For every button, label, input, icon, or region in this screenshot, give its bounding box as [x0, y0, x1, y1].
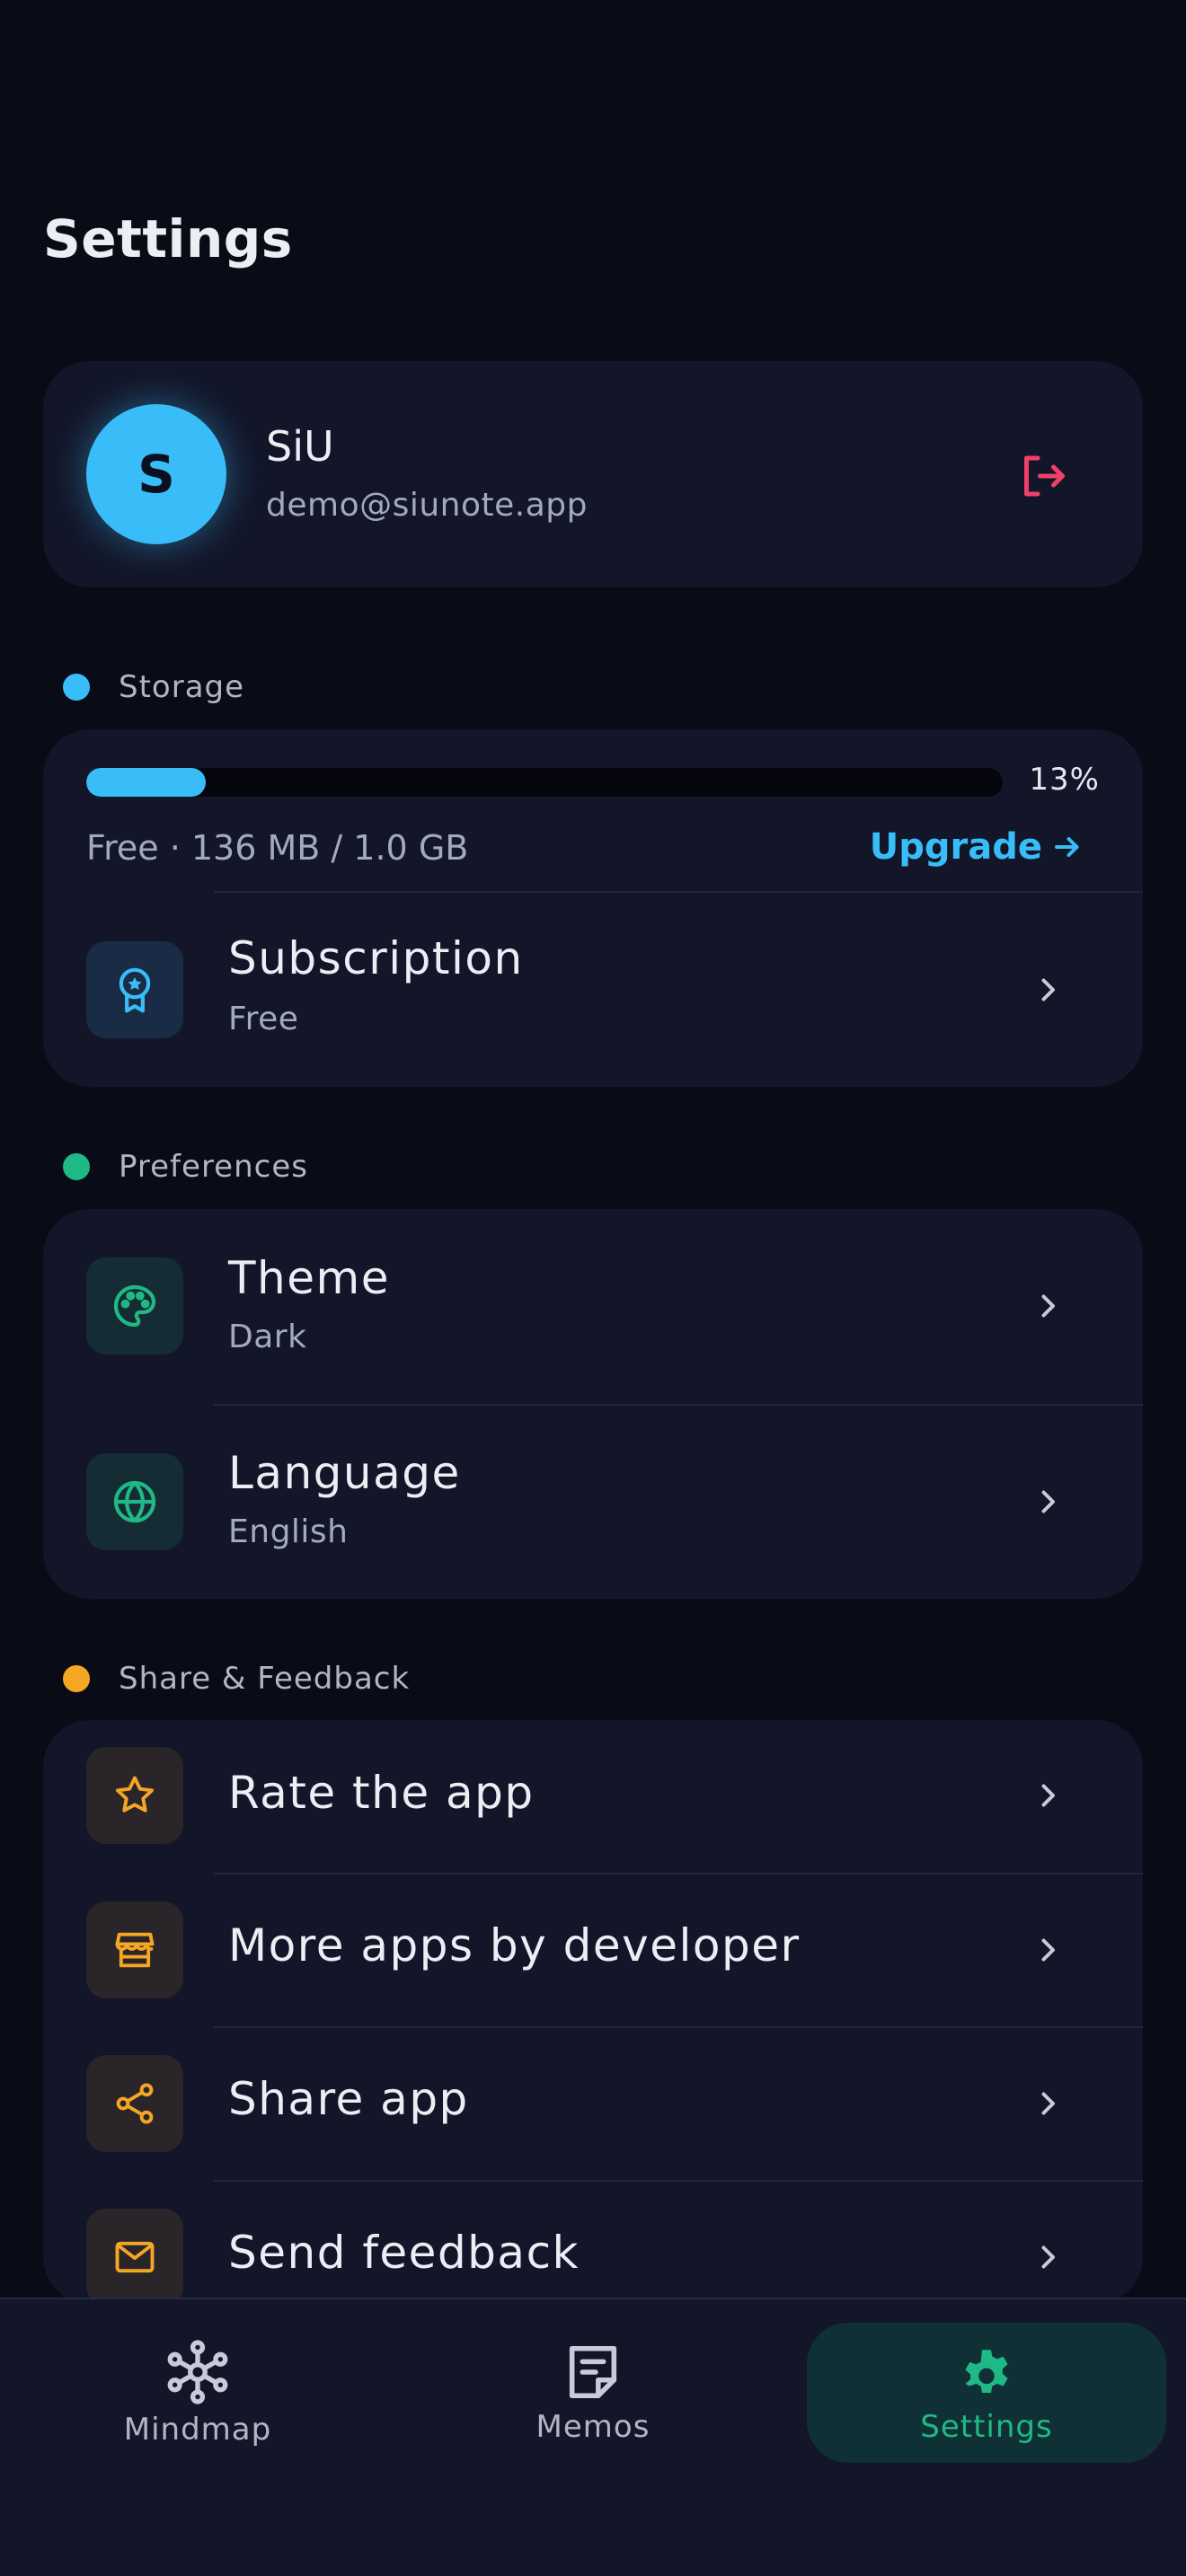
chevron-right-icon — [1030, 2239, 1066, 2275]
profile-card: S SiU demo@siunote.app — [43, 361, 1143, 587]
gear-icon — [965, 2350, 1008, 2394]
storage-percent: 13% — [1029, 762, 1100, 798]
storage-progress-bar — [86, 768, 1003, 797]
feedback-icon-tile — [86, 2209, 183, 2304]
language-icon-tile — [86, 1453, 183, 1550]
theme-title: Theme — [228, 1252, 390, 1304]
upgrade-label: Upgrade — [869, 826, 1042, 868]
more-apps-title: More apps by developer — [228, 1919, 801, 1972]
language-title: Language — [228, 1447, 461, 1499]
storage-usage-text: Free · 136 MB / 1.0 GB — [86, 828, 469, 868]
rate-app-row[interactable]: Rate the app — [43, 1720, 1143, 1873]
storage-progress-fill — [86, 768, 206, 797]
page-title: Settings — [43, 208, 293, 269]
language-row[interactable]: Language English — [43, 1406, 1143, 1599]
share-icon-tile — [86, 2055, 183, 2152]
chevron-right-icon — [1030, 972, 1066, 1008]
theme-value: Dark — [228, 1319, 307, 1355]
more-apps-icon-tile — [86, 1901, 183, 1998]
rate-icon-tile — [86, 1747, 183, 1844]
chevron-right-icon — [1030, 1932, 1066, 1968]
store-icon — [115, 1932, 155, 1968]
nav-mindmap[interactable]: Mindmap — [18, 2323, 377, 2463]
rate-app-title: Rate the app — [228, 1767, 535, 1819]
theme-icon-tile — [86, 1257, 183, 1354]
chevron-right-icon — [1030, 2086, 1066, 2122]
share-app-row[interactable]: Share app — [43, 2028, 1143, 2180]
subscription-title: Subscription — [228, 932, 524, 984]
send-feedback-row[interactable]: Send feedback — [43, 2182, 1143, 2304]
star-icon — [115, 1776, 155, 1813]
memo-icon — [569, 2345, 617, 2399]
chevron-right-icon — [1030, 1484, 1066, 1520]
mail-icon — [115, 2241, 155, 2273]
nav-memos-label: Memos — [535, 2409, 651, 2445]
mindmap-icon — [167, 2340, 228, 2404]
profile-email: demo@siunote.app — [266, 487, 588, 524]
upgrade-link[interactable]: Upgrade — [870, 826, 1084, 868]
share-dot — [63, 1665, 90, 1692]
nav-mindmap-label: Mindmap — [123, 2412, 272, 2448]
nav-settings[interactable]: Settings — [807, 2323, 1166, 2463]
avatar: S — [86, 404, 226, 544]
logout-icon — [1024, 455, 1065, 497]
preferences-section-header: Preferences — [63, 1149, 308, 1185]
storage-section-label: Storage — [119, 669, 245, 705]
storage-dot — [63, 674, 90, 701]
send-feedback-title: Send feedback — [228, 2227, 580, 2279]
subscription-value: Free — [228, 1001, 299, 1037]
storage-section-header: Storage — [63, 669, 244, 705]
settings-screen: Settings S SiU demo@siunote.app Storage … — [0, 0, 1186, 2576]
nav-settings-label: Settings — [920, 2409, 1053, 2445]
chevron-right-icon — [1030, 1288, 1066, 1324]
arrow-right-icon — [1055, 837, 1079, 857]
logout-button[interactable] — [1013, 447, 1071, 505]
chevron-right-icon — [1030, 1778, 1066, 1813]
more-apps-row[interactable]: More apps by developer — [43, 1875, 1143, 2026]
share-section-label: Share & Feedback — [119, 1661, 411, 1697]
share-app-title: Share app — [228, 2073, 469, 2125]
share-icon — [116, 2083, 154, 2124]
palette-icon — [113, 1284, 156, 1328]
subscription-row[interactable]: Subscription Free — [43, 891, 1143, 1087]
language-value: English — [228, 1513, 349, 1550]
badge-icon — [119, 967, 151, 1013]
preferences-section-label: Preferences — [119, 1149, 308, 1185]
preferences-card: Theme Dark Language English — [43, 1209, 1143, 1599]
storage-card: 13% Free · 136 MB / 1.0 GB Upgrade Subsc… — [43, 729, 1143, 1087]
bottom-nav: Mindmap Memos Settings — [0, 2298, 1186, 2576]
globe-icon — [113, 1480, 156, 1523]
preferences-dot — [63, 1153, 90, 1180]
share-section-header: Share & Feedback — [63, 1661, 410, 1697]
nav-memos[interactable]: Memos — [413, 2323, 773, 2463]
subscription-icon-tile — [86, 941, 183, 1038]
profile-name: SiU — [266, 422, 334, 471]
theme-row[interactable]: Theme Dark — [43, 1209, 1143, 1404]
share-feedback-card: Rate the app More apps by developer Shar… — [43, 1720, 1143, 2304]
